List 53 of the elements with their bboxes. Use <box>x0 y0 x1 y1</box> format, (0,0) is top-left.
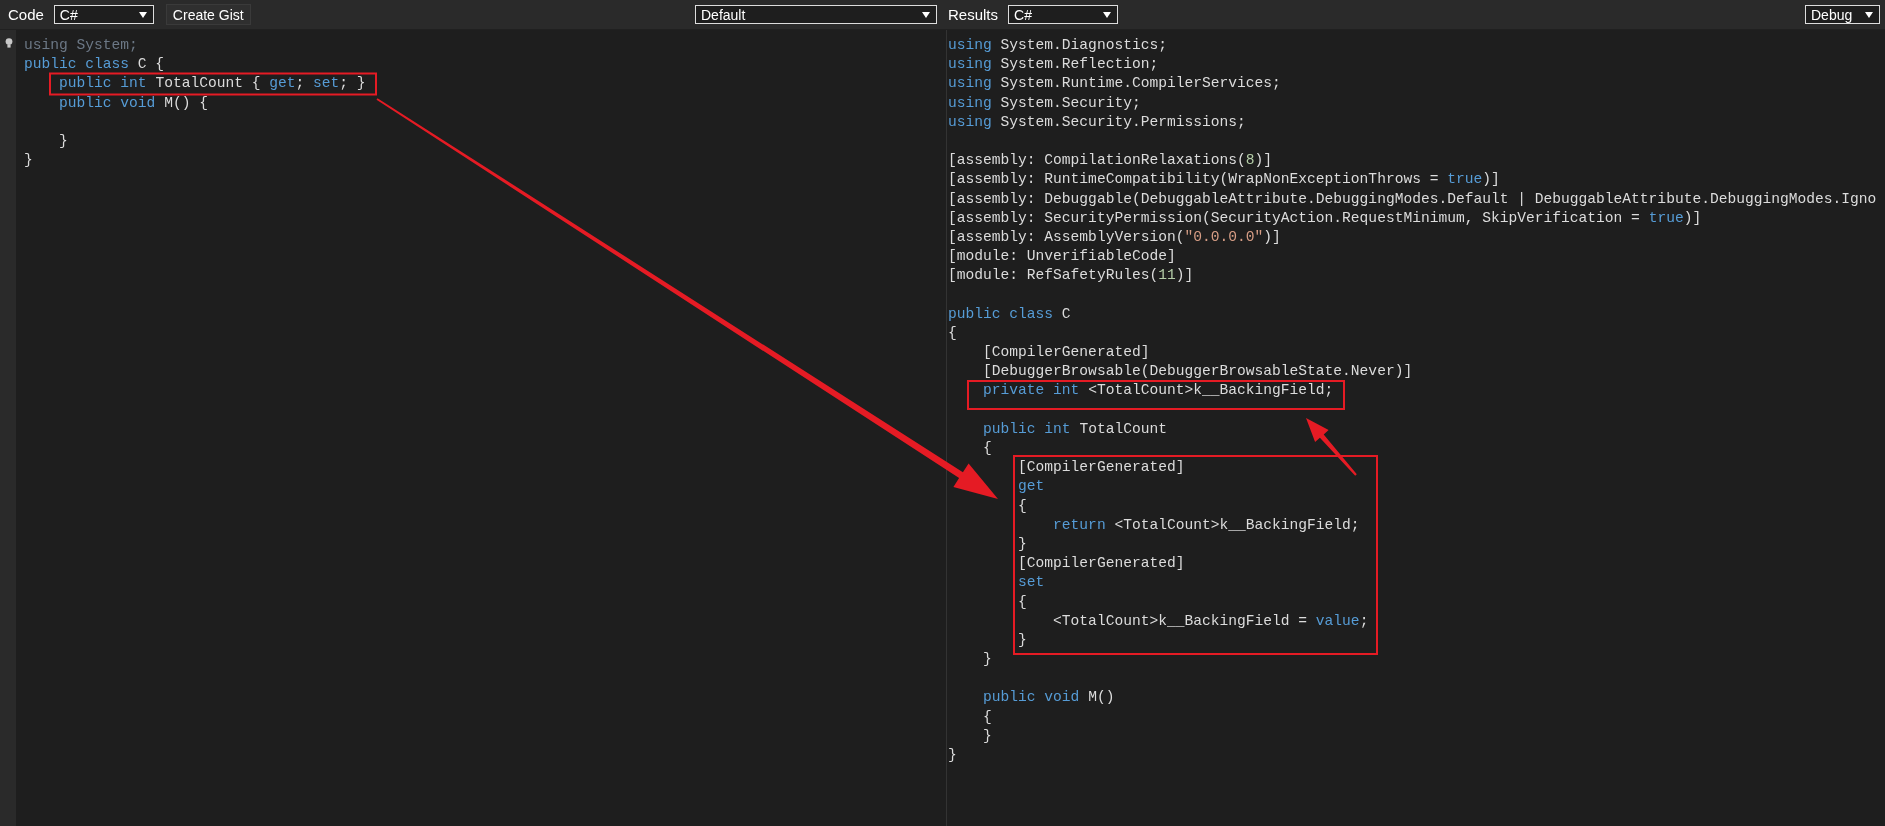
code-line: [assembly: CompilationRelaxations(8)] <box>948 155 1273 167</box>
code-line: [module: UnverifiableCode] <box>948 251 1176 263</box>
code-line: using System.Diagnostics; <box>948 40 1167 52</box>
language-select[interactable]: C# <box>53 5 154 24</box>
code-line: [CompilerGenerated] <box>1018 462 1185 474</box>
code-line: } <box>948 750 957 762</box>
code-line: using System.Security.Permissions; <box>948 116 1246 128</box>
code-line: using System.Security; <box>948 97 1141 109</box>
pane-label: Results <box>948 6 999 23</box>
code-line: [assembly: RuntimeCompatibility(WrapNonExceptionThrows = true)] <box>948 174 1500 186</box>
code-line: } <box>24 155 33 167</box>
create-gist-button[interactable]: Create Gist <box>165 4 251 25</box>
lightbulb-icon[interactable] <box>5 38 13 48</box>
code-line: { <box>1018 596 1027 608</box>
code-line: public class C { <box>24 59 165 71</box>
code-line: set <box>1018 577 1045 589</box>
code-line: [assembly: AssemblyVersion("0.0.0.0")] <box>948 231 1281 243</box>
code-line: public int TotalCount <box>983 423 1167 435</box>
pointer-arrow <box>1306 418 1357 476</box>
code-line: private int <TotalCount>k__BackingField; <box>983 385 1334 397</box>
code-line: [assembly: Debuggable(DebuggableAttribute.DebuggingModes.Default | DebuggableAttribute.DebuggingModes.Igno <box>948 193 1877 205</box>
code-line: get <box>1018 481 1045 493</box>
code-line: } <box>1018 634 1027 646</box>
code-line: } <box>983 654 992 666</box>
code-line: { <box>948 327 957 339</box>
mode-select[interactable]: Default <box>695 5 937 24</box>
code-line: using System; <box>24 40 138 52</box>
dropdown-caret-icon <box>1865 11 1873 18</box>
code-line: } <box>59 136 68 148</box>
code-line: } <box>983 730 992 742</box>
code-line: [CompilerGenerated] <box>983 347 1150 359</box>
code-line: [CompilerGenerated] <box>1018 558 1185 570</box>
code-line: public void M() <box>983 692 1115 704</box>
code-line: public void M() { <box>59 97 208 109</box>
dropdown-caret-icon <box>1103 11 1112 18</box>
code-line: public class C <box>948 308 1071 320</box>
code-line: using System.Reflection; <box>948 59 1159 71</box>
dropdown-caret-icon <box>138 11 147 18</box>
code-line: public int TotalCount { get; set; } <box>59 78 366 90</box>
code-line: [module: RefSafetyRules(11)] <box>948 270 1194 282</box>
code-line: using System.Runtime.CompilerServices; <box>948 78 1281 90</box>
build-select[interactable]: Debug <box>1805 5 1880 24</box>
code-line: [DebuggerBrowsable(DebuggerBrowsableState.Never)] <box>983 366 1413 378</box>
code-line: [assembly: SecurityPermission(SecurityAction.RequestMinimum, SkipVerification = true)] <box>948 212 1702 224</box>
language-select[interactable]: C# <box>1008 5 1119 24</box>
code-line: <TotalCount>k__BackingField = value; <box>1053 615 1369 627</box>
code-line: { <box>983 711 992 723</box>
code-line: { <box>1018 500 1027 512</box>
code-line: return <TotalCount>k__BackingField; <box>1053 519 1360 531</box>
code-line: } <box>1018 538 1027 550</box>
pane-label: Code <box>8 6 44 23</box>
dropdown-caret-icon <box>922 11 930 18</box>
code-line: { <box>983 443 992 455</box>
